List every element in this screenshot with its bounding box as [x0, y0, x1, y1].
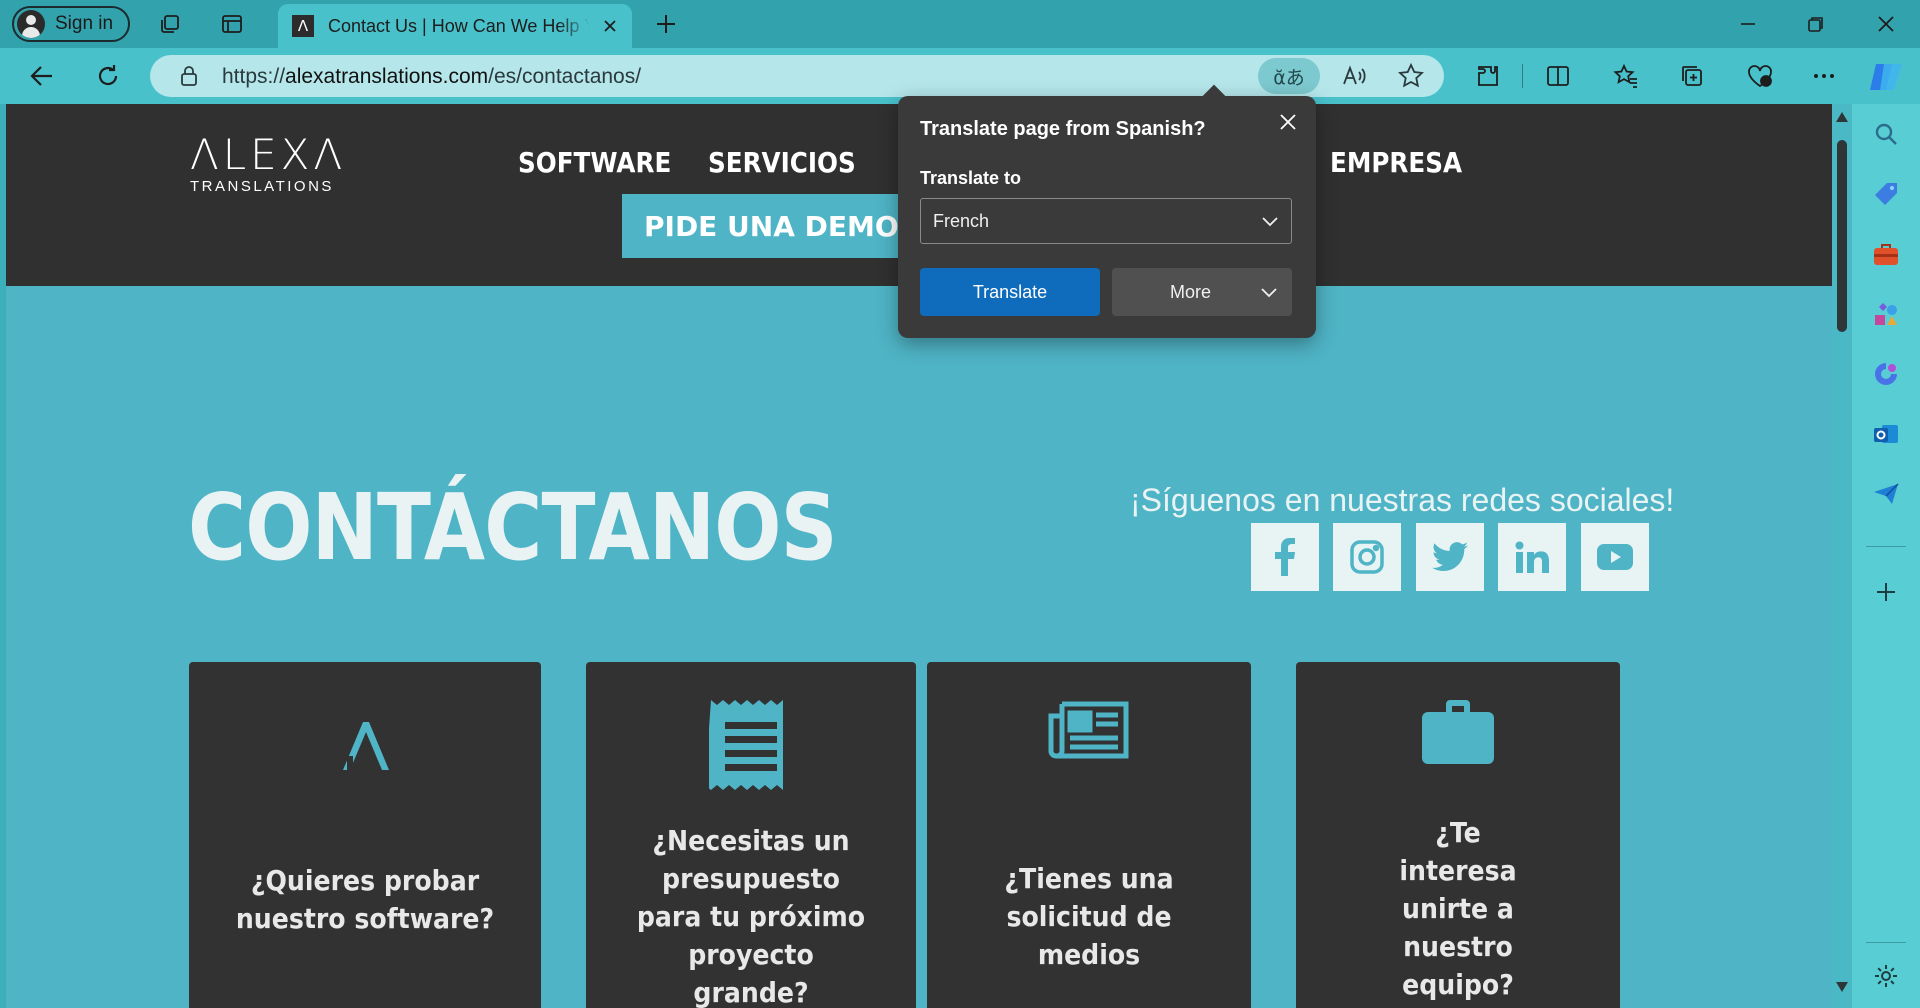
extensions-icon[interactable] — [1472, 60, 1504, 92]
lock-icon[interactable] — [180, 66, 198, 91]
more-button-label: More — [1170, 281, 1212, 302]
card-request-quote[interactable]: ¿Necesitas un presupuesto para tu próxim… — [586, 662, 916, 1008]
translate-to-label: Translate to — [920, 168, 1022, 188]
browser-essentials-icon[interactable] — [1744, 60, 1776, 92]
more-options-button[interactable]: More — [1112, 268, 1292, 316]
close-tab-icon[interactable] — [598, 14, 622, 38]
copilot-sidebar-icon[interactable] — [1872, 360, 1900, 388]
refresh-icon[interactable] — [92, 60, 124, 92]
more-menu-icon[interactable] — [1808, 60, 1840, 92]
back-icon[interactable] — [26, 60, 58, 92]
translate-button[interactable]: Translate — [920, 268, 1100, 316]
read-aloud-icon[interactable] — [1342, 63, 1368, 89]
games-icon[interactable] — [1872, 300, 1900, 328]
edge-sidebar — [1852, 104, 1920, 1008]
close-popup-icon[interactable] — [1274, 108, 1302, 136]
scroll-down-arrow-icon[interactable] — [1836, 982, 1848, 992]
sidebar-divider — [1866, 546, 1906, 547]
scroll-up-arrow-icon[interactable] — [1836, 112, 1848, 122]
instagram-icon[interactable] — [1333, 523, 1401, 591]
tools-briefcase-icon[interactable] — [1872, 240, 1900, 268]
receipt-icon — [586, 700, 916, 790]
translate-popup-title: Translate page from Spanish? — [920, 118, 1206, 140]
scrollbar-thumb[interactable] — [1837, 140, 1847, 332]
sign-in-label: Sign in — [55, 13, 114, 34]
translate-popup: Translate page from Spanish? Translate t… — [898, 96, 1316, 338]
alexa-logo-icon — [189, 720, 541, 772]
browser-title-bar: Sign in Λ Contact Us | How Can We Help Y… — [0, 0, 1920, 48]
favorite-star-icon[interactable] — [1398, 63, 1424, 89]
workspaces-icon[interactable] — [156, 10, 184, 38]
card-text: ¿Te interesa unirte a nuestro equipo? — [1399, 816, 1517, 1001]
youtube-icon[interactable] — [1581, 523, 1649, 591]
card-text: ¿Necesitas un presupuesto para tu próxim… — [636, 824, 866, 1008]
split-screen-icon[interactable] — [1542, 60, 1574, 92]
send-icon[interactable] — [1872, 480, 1900, 508]
add-sidebar-app-icon[interactable] — [1872, 578, 1900, 606]
social-heading: ¡Síguenos en nuestras redes sociales! — [1130, 482, 1675, 518]
sidebar-divider — [1866, 942, 1906, 943]
linkedin-icon[interactable] — [1498, 523, 1566, 591]
facebook-icon[interactable] — [1251, 523, 1319, 591]
card-text: ¿Tienes una solicitud de medios — [1004, 862, 1174, 971]
sidebar-settings-gear-icon[interactable] — [1872, 962, 1900, 990]
alexa-favicon-icon: Λ — [292, 15, 314, 37]
profile-avatar-icon — [17, 10, 45, 38]
card-text: ¿Quieres probar nuestro software? — [235, 864, 495, 935]
card-join-team[interactable]: ¿Te interesa unirte a nuestro equipo? — [1296, 662, 1620, 1008]
search-icon[interactable] — [1872, 120, 1900, 148]
newspaper-icon — [927, 700, 1251, 760]
chevron-down-icon — [1260, 284, 1278, 307]
tab-title: Contact Us | How Can We Help You — [328, 15, 590, 36]
alexa-translations-logo[interactable]: ΛLEXΛ TRANSLATIONS — [190, 134, 346, 196]
page-title: CONTÁCTANOS — [188, 474, 838, 581]
outlook-icon[interactable] — [1872, 420, 1900, 448]
shopping-tag-icon[interactable] — [1872, 180, 1900, 208]
selected-language: French — [933, 210, 990, 231]
menu-item-servicios[interactable]: SERVICIOS — [708, 146, 856, 179]
collections-icon[interactable] — [1676, 60, 1708, 92]
close-window-icon[interactable] — [1872, 10, 1900, 38]
copilot-icon[interactable] — [1868, 60, 1906, 94]
card-try-software[interactable]: ¿Quieres probar nuestro software? — [189, 662, 541, 1008]
card-media-request[interactable]: ¿Tienes una solicitud de medios — [927, 662, 1251, 1008]
toolbar-divider — [1522, 64, 1523, 88]
briefcase-icon — [1296, 698, 1620, 764]
url-text[interactable]: https://alexatranslations.com/es/contact… — [222, 65, 641, 89]
new-tab-icon[interactable] — [652, 10, 680, 38]
translate-icon[interactable]: ᾰあ — [1258, 58, 1320, 94]
menu-item-software[interactable]: SOFTWARE — [518, 146, 671, 179]
menu-item-empresa[interactable]: EMPRESA — [1330, 146, 1462, 179]
twitter-icon[interactable] — [1416, 523, 1484, 591]
sign-in-button[interactable]: Sign in — [12, 6, 130, 42]
vertical-tabs-icon[interactable] — [218, 10, 246, 38]
page-scrollbar[interactable] — [1832, 104, 1852, 1008]
request-demo-button[interactable]: PIDE UNA DEMOSTRACIÓN — [622, 194, 918, 258]
restore-icon[interactable] — [1802, 10, 1830, 38]
chevron-down-icon — [1261, 213, 1279, 236]
favorites-icon[interactable] — [1610, 60, 1642, 92]
tab-contact-us[interactable]: Λ Contact Us | How Can We Help You — [278, 4, 632, 48]
minimize-icon[interactable] — [1734, 10, 1762, 38]
address-bar[interactable]: https://alexatranslations.com/es/contact… — [150, 55, 1444, 97]
language-select[interactable]: French — [920, 198, 1292, 244]
